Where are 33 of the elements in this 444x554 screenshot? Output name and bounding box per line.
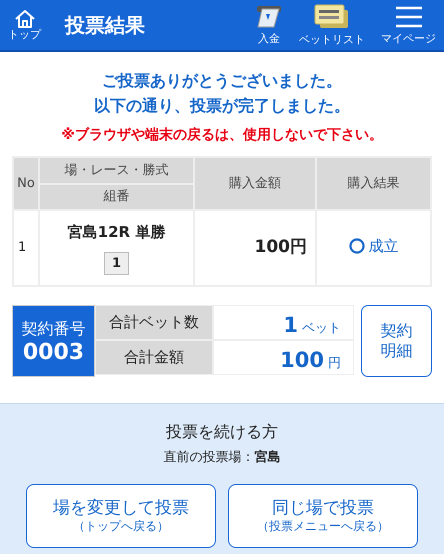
column-header: 組番 <box>39 184 194 210</box>
vote-button[interactable]: 同じ場で投票 （投票メニューへ戻る） <box>228 484 418 548</box>
column-header: 場・レース・勝式 <box>39 157 194 184</box>
menu-icon <box>394 4 424 29</box>
tickets-icon <box>314 4 350 30</box>
total-label: 合計ベット数 <box>95 305 213 340</box>
nav-button[interactable]: 入金 <box>255 4 283 46</box>
message-text: ご投票ありがとうございました。 <box>101 70 343 92</box>
column-header: 購入結果 <box>316 157 431 210</box>
section-title: 投票を続ける方 <box>165 421 279 443</box>
result-text: 成立 <box>368 236 398 258</box>
menu-button[interactable]: マイページ <box>381 4 436 46</box>
contract-details-button[interactable]: 契約 明細 <box>361 305 432 377</box>
contract-label: 契約番号 <box>22 318 86 340</box>
warning-text: ※ブラウザや端末の戻るは、使用しないで下さい。 <box>60 126 384 145</box>
combination-number: 1 <box>104 252 130 275</box>
card-slot-icon <box>255 4 283 29</box>
message-text: 以下の通り、投票が完了しました。 <box>93 95 351 117</box>
total-label: 合計金額 <box>95 340 213 375</box>
home-button[interactable]: トップ <box>8 8 41 42</box>
total-value: 100 円 <box>213 340 354 375</box>
table-cell: 100円 <box>194 210 316 286</box>
race-text: 宮島12R 単勝 <box>66 222 166 243</box>
column-header: 購入金額 <box>194 157 316 210</box>
nav-button[interactable]: ベットリスト <box>299 4 365 46</box>
page-title: 投票結果 <box>65 12 145 39</box>
table-cell: 1 <box>13 210 39 286</box>
column-header: No <box>13 157 39 210</box>
contract-number: 0003 <box>22 340 84 366</box>
vote-button[interactable]: 場を変更して投票 （トップへ戻る） <box>26 484 216 548</box>
previous-venue-text: 直前の投票場：宮島 <box>162 448 282 467</box>
home-icon <box>14 8 36 29</box>
total-value: 1 ベット <box>213 305 354 340</box>
